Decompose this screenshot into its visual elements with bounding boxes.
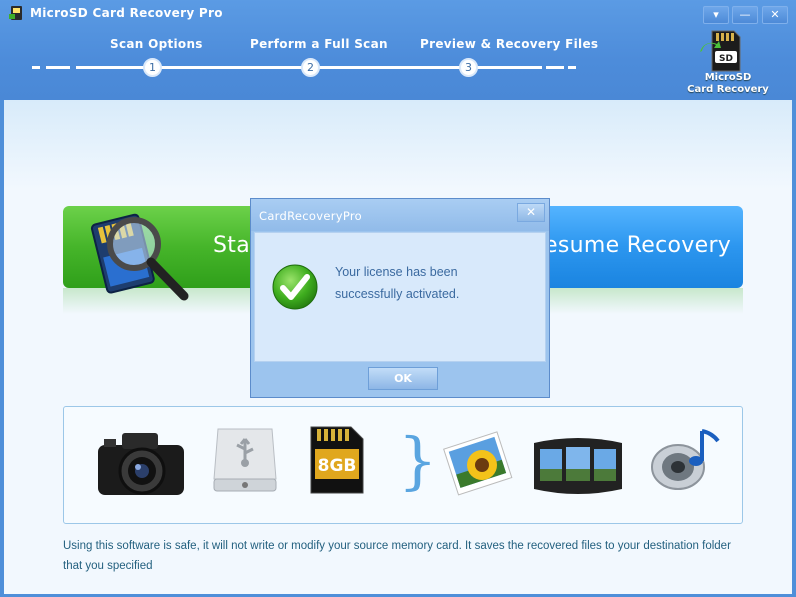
step-3-marker: 3	[459, 58, 478, 77]
start-recovery-label: Sta	[213, 233, 250, 258]
dialog-title: CardRecoveryPro	[259, 209, 362, 223]
dialog-body: Your license has been successfully activ…	[254, 232, 546, 362]
step-1-marker: 1	[143, 58, 162, 77]
sd-card-capacity: 8GB	[318, 456, 357, 476]
wizard-header: MicroSD Card Recovery Pro ▾ — ✕ Scan Opt…	[0, 0, 796, 100]
license-dialog: CardRecoveryPro ✕ Your license has been …	[250, 198, 550, 398]
film-icon	[534, 438, 622, 494]
progress-dash	[32, 66, 40, 69]
audio-icon	[651, 429, 720, 490]
window-title: MicroSD Card Recovery Pro	[30, 6, 223, 20]
step-2-marker: 2	[301, 58, 320, 77]
ok-button[interactable]: OK	[368, 367, 438, 390]
step-label-scan-options: Scan Options	[110, 37, 203, 51]
dialog-titlebar: CardRecoveryPro ✕	[251, 199, 549, 231]
step-label-preview-recovery: Preview & Recovery Files	[420, 37, 599, 51]
usb-drive-icon	[213, 428, 277, 492]
camera-icon	[98, 433, 184, 495]
product-name-line1: MicroSD	[704, 72, 752, 83]
product-name-line2: Card Recovery	[687, 84, 769, 95]
resume-recovery-label: esume Recovery	[544, 233, 732, 258]
logo-text: SD	[719, 54, 733, 64]
success-check-icon	[272, 264, 318, 310]
microsd-logo-icon: SD	[700, 30, 741, 72]
product-name: MicroSD Card Recovery	[680, 72, 776, 96]
dialog-message: Your license has been successfully activ…	[335, 261, 535, 305]
dialog-message-line1: Your license has been	[335, 265, 458, 279]
minimize-button[interactable]: —	[732, 6, 758, 24]
sd-card-icon: 8GB	[310, 426, 364, 494]
app-icon	[9, 6, 22, 20]
step-label-full-scan: Perform a Full Scan	[250, 37, 388, 51]
photo-icon	[443, 431, 513, 496]
supported-media-panel: 8GB }	[63, 406, 743, 524]
progress-dash	[546, 66, 564, 69]
card-magnifier-icon	[90, 213, 189, 301]
close-button[interactable]: ✕	[762, 6, 788, 24]
safety-notice: Using this software is safe, it will not…	[63, 540, 731, 572]
dialog-close-button[interactable]: ✕	[517, 203, 545, 222]
progress-dash	[46, 66, 70, 69]
progress-dash	[568, 66, 576, 69]
dialog-message-line2: successfully activated.	[335, 287, 460, 301]
menu-button[interactable]: ▾	[703, 6, 729, 24]
brace-divider: }	[398, 424, 438, 497]
